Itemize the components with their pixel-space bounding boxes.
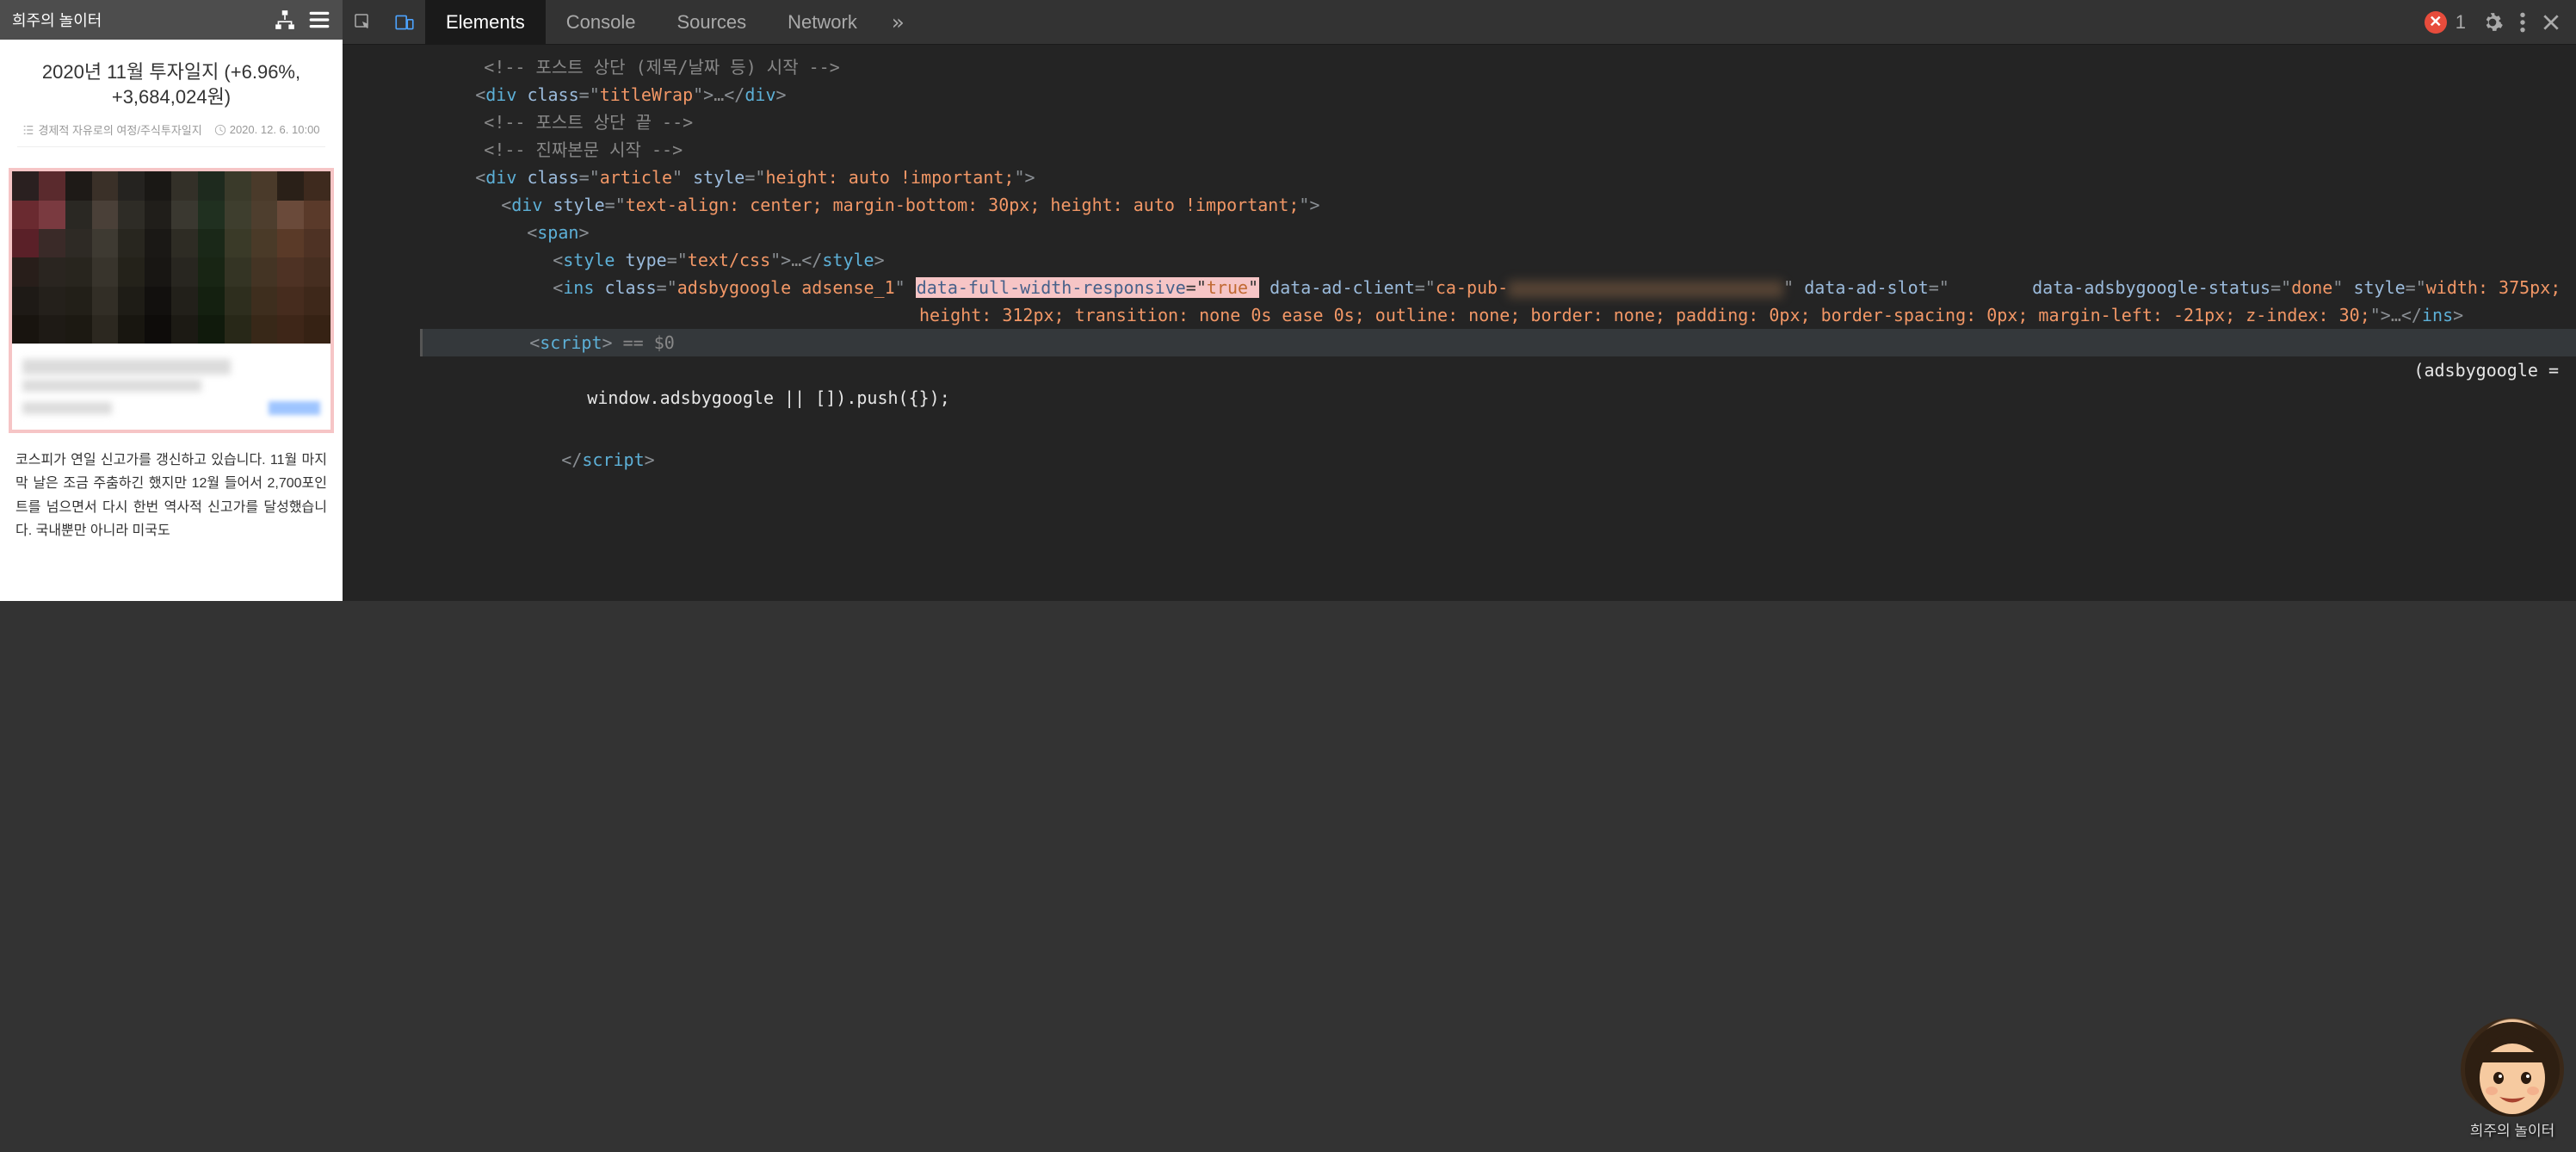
settings-gear-icon[interactable] [2481,11,2504,34]
error-icon: ✕ [2425,11,2447,34]
date-meta: 2020. 12. 6. 10:00 [214,123,320,136]
mobile-header: 희주의 놀이터 [0,0,343,40]
collapse-caret-icon[interactable] [463,164,475,191]
ad-image-pixelated [12,171,330,344]
dom-node-selected[interactable]: <script> == $0 [420,329,2576,356]
dom-node-close[interactable]: </script> [446,446,2576,474]
dom-comment[interactable]: <!-- 포스트 상단 (제목/날짜 등) 시작 --> [368,53,2576,81]
expand-caret-icon[interactable] [463,81,475,108]
error-badge[interactable]: ✕ 1 [2425,11,2466,34]
dom-node-ins[interactable]: <ins class="adsbygoogle adsense_1" data-… [446,274,2576,329]
site-title[interactable]: 희주의 놀이터 [12,9,102,31]
expand-caret-icon[interactable] [541,274,553,301]
article-title: 2020년 11월 투자일지 (+6.96%, +3,684,024원) [17,60,325,109]
avatar-watermark: 희주의 놀이터 [2461,1018,2564,1140]
dom-node[interactable]: <span> [420,219,2576,246]
category-meta[interactable]: 경제적 자유로의 여정/주식투자일지 [22,121,201,138]
dom-node[interactable]: <style type="text/css">…</style> [446,246,2576,274]
kebab-menu-icon[interactable] [2519,11,2526,34]
inspect-element-icon[interactable] [343,0,384,44]
tab-console[interactable]: Console [546,0,657,44]
dom-node[interactable]: <div style="text-align: center; margin-b… [394,191,2576,219]
script-content: (adsbygoogle = [343,356,2576,384]
tab-sources[interactable]: Sources [656,0,767,44]
dom-comment[interactable]: <!-- 진짜본문 시작 --> [368,136,2576,164]
ad-text-area [12,344,330,430]
collapse-caret-icon[interactable] [517,329,529,356]
device-toolbar-icon[interactable] [384,0,425,44]
elements-tree[interactable]: <!-- 포스트 상단 (제목/날짜 등) 시작 --> <div class=… [343,45,2576,601]
dom-node[interactable]: <div class="article" style="height: auto… [368,164,2576,191]
close-icon[interactable] [2542,13,2561,32]
article-body: 코스피가 연일 신고가를 갱신하고 있습니다. 11월 마지막 날은 조금 주춤… [0,433,343,542]
collapse-caret-icon[interactable] [489,191,501,219]
dom-node[interactable]: <div class="titleWrap">…</div> [368,81,2576,108]
highlighted-attribute: data-full-width-responsive="true" [916,277,1259,298]
collapse-caret-icon[interactable] [515,219,527,246]
tab-network[interactable]: Network [767,0,878,44]
tab-elements[interactable]: Elements [425,0,546,44]
devtools-toolbar: Elements Console Sources Network » ✕ 1 [343,0,2576,45]
article-header: 2020년 11월 투자일지 (+6.96%, +3,684,024원) 경제적… [0,40,343,159]
devtools-panel: Elements Console Sources Network » ✕ 1 <… [343,0,2576,601]
mobile-preview-panel: 희주의 놀이터 2020년 11월 투자일지 (+6.96%, +3,684,0… [0,0,343,601]
menu-icon[interactable] [308,9,330,31]
sitemap-icon[interactable] [274,9,296,31]
devtools-tabs: Elements Console Sources Network » [425,0,917,44]
ad-region-highlighted[interactable] [9,168,334,433]
expand-caret-icon[interactable] [541,246,553,274]
script-content: window.adsbygoogle || []).push({}); [472,384,2576,412]
avatar-icon [2461,1018,2564,1121]
dom-comment[interactable]: <!-- 포스트 상단 끝 --> [368,108,2576,136]
clock-icon [214,124,226,136]
more-tabs-icon[interactable]: » [878,0,917,44]
list-icon [22,124,34,136]
redacted-text [1508,281,1783,298]
